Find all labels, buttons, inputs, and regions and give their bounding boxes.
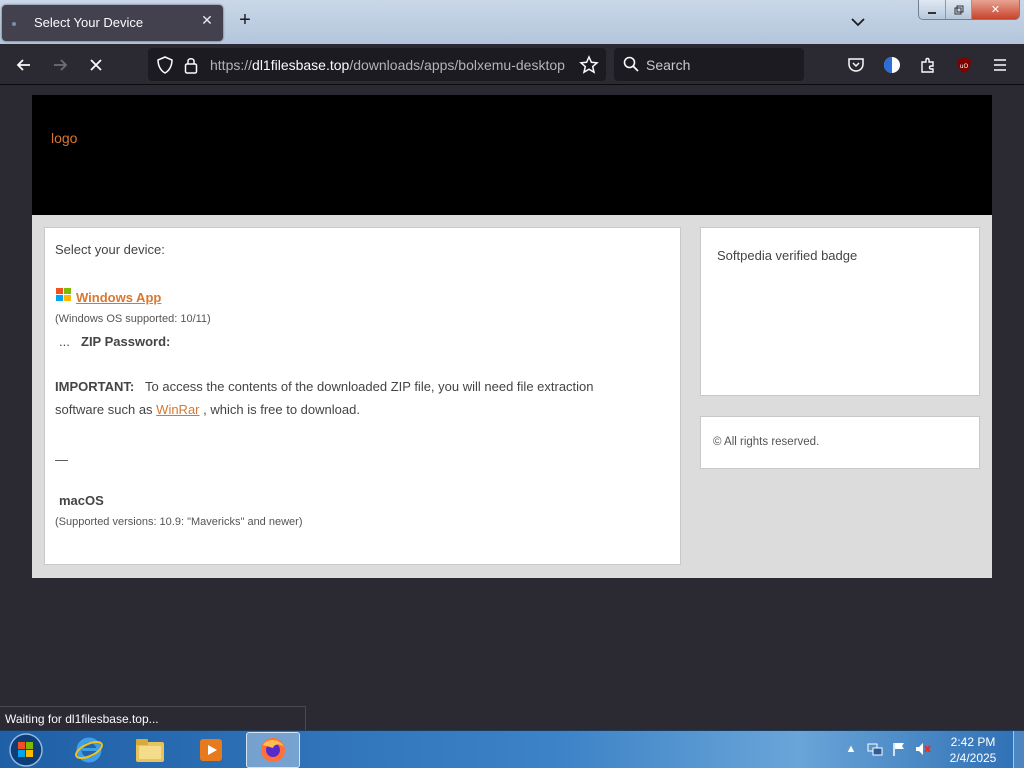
svg-text:uO: uO [960, 63, 969, 70]
windows-logo-icon [56, 288, 72, 302]
forward-button[interactable] [48, 53, 72, 77]
url-text[interactable]: https://dl1filesbase.top/downloads/apps/… [210, 57, 565, 73]
important-text-line2: software such as WinRar , which is free … [55, 402, 360, 417]
select-device-prompt: Select your device: [55, 242, 165, 257]
zip-ellipsis: ... [59, 334, 70, 349]
show-desktop-button[interactable] [1013, 731, 1024, 768]
site-container: logo Select your device: Windows App (Wi… [32, 95, 992, 578]
extensions-button[interactable] [916, 53, 940, 77]
windows-support-note: (Windows OS supported: 10/11) [55, 313, 211, 325]
search-input[interactable]: Search [614, 48, 804, 81]
navigation-toolbar: https://dl1filesbase.top/downloads/apps/… [0, 44, 1024, 85]
close-icon [90, 59, 102, 71]
arrow-left-icon [16, 59, 30, 71]
softpedia-badge: Softpedia verified badge [717, 248, 858, 263]
tab-title: Select Your Device [34, 15, 144, 30]
new-tab-button[interactable]: + [234, 10, 256, 32]
status-text: Waiting for dl1filesbase.top... [5, 712, 159, 726]
search-icon [623, 56, 639, 72]
shield-icon[interactable] [157, 56, 173, 74]
macos-support-note: (Supported versions: 10.9: "Mavericks" a… [55, 516, 303, 528]
close-window-button[interactable]: ✕ [970, 0, 1019, 19]
important-text: To access the contents of the downloaded… [145, 379, 594, 394]
important-label: IMPORTANT: [55, 379, 135, 394]
taskbar-file-explorer[interactable] [123, 732, 177, 768]
pocket-button[interactable] [844, 53, 868, 77]
url-bar[interactable]: https://dl1filesbase.top/downloads/apps/… [148, 48, 606, 81]
menu-button[interactable] [988, 53, 1012, 77]
browser-tab[interactable]: Select Your Device ✕ [2, 5, 223, 41]
list-all-tabs-button[interactable] [848, 12, 868, 32]
device-selection-card: Select your device: Windows App (Windows… [44, 227, 681, 565]
show-hidden-icons-button[interactable]: ▲ [842, 741, 860, 757]
action-center-flag-icon[interactable] [890, 741, 908, 757]
puzzle-icon [921, 57, 934, 73]
clock-time: 2:42 PM [950, 735, 996, 749]
window-controls: ✕ [918, 0, 1020, 20]
windows-start-orb-icon [9, 733, 43, 767]
copyright-card: © All rights reserved. [700, 416, 980, 469]
section-separator: — [55, 452, 68, 467]
lock-icon[interactable] [184, 56, 198, 74]
taskbar-firefox[interactable] [246, 732, 300, 768]
star-icon[interactable] [579, 55, 599, 75]
media-player-icon [200, 739, 222, 761]
hamburger-menu-icon [994, 59, 1006, 71]
ublock-shield-icon: uO [957, 57, 971, 73]
contrast-icon [884, 57, 900, 73]
site-logo[interactable]: logo [51, 130, 77, 146]
start-button[interactable] [6, 732, 46, 768]
ublock-origin-button[interactable]: uO [952, 53, 976, 77]
macos-label[interactable]: macOS [59, 493, 104, 508]
network-icon[interactable] [866, 741, 884, 757]
dark-reader-button[interactable] [880, 53, 904, 77]
minimize-button[interactable] [919, 0, 946, 19]
taskbar-internet-explorer[interactable] [62, 732, 116, 768]
search-placeholder: Search [646, 57, 691, 73]
internet-explorer-icon [75, 737, 103, 763]
copyright-text: © All rights reserved. [713, 436, 820, 448]
badge-card: Softpedia verified badge [700, 227, 980, 396]
browser-title-bar: Select Your Device ✕ + ✕ [0, 0, 1024, 44]
stop-button[interactable] [84, 53, 108, 77]
status-bar: Waiting for dl1filesbase.top... [0, 706, 306, 730]
restore-button[interactable] [945, 0, 971, 19]
clock-date: 2/4/2025 [949, 751, 997, 765]
folder-icon [136, 739, 164, 762]
pocket-icon [848, 58, 864, 72]
site-header: logo [32, 95, 992, 215]
page-viewport: logo Select your device: Windows App (Wi… [0, 85, 1024, 705]
back-button[interactable] [12, 53, 36, 77]
arrow-right-icon [54, 59, 68, 71]
windows-app-link[interactable]: Windows App [76, 290, 161, 305]
winrar-link[interactable]: WinRar [156, 402, 199, 417]
taskbar-clock[interactable]: 2:42 PM 2/4/2025 [938, 734, 1008, 766]
taskbar-media-player[interactable] [184, 732, 238, 768]
tab-favicon-icon [12, 22, 16, 26]
zip-password-label: ZIP Password: [81, 334, 171, 349]
chevron-down-icon [851, 18, 865, 27]
volume-muted-icon[interactable] [914, 741, 932, 757]
windows-taskbar: ▲ 2:42 PM 2/4/2025 [0, 730, 1024, 768]
firefox-icon [261, 738, 285, 762]
tab-close-icon[interactable]: ✕ [199, 12, 215, 30]
